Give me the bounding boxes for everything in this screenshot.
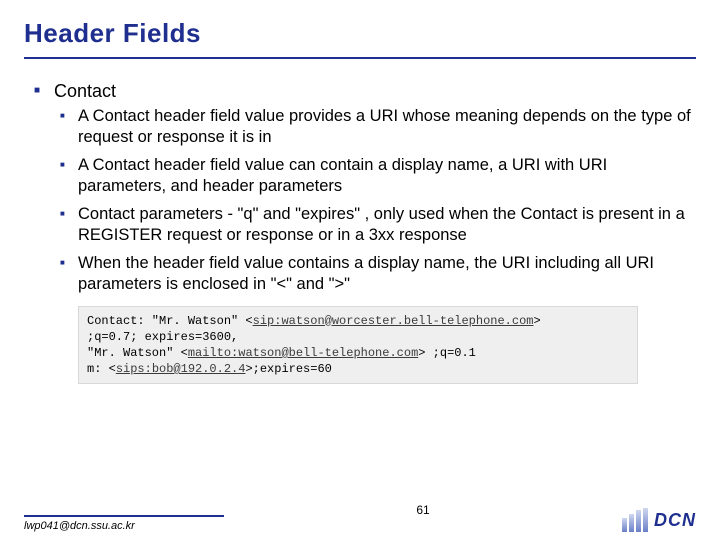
logo-bars-icon (622, 508, 648, 532)
footer-rule (24, 515, 224, 517)
code-text: > ;q=0.1 (418, 346, 476, 360)
code-line: ;q=0.7; expires=3600, (87, 329, 629, 345)
list-item: A Contact header field value can contain… (54, 155, 696, 198)
code-example: Contact: "Mr. Watson" <sip:watson@worces… (78, 306, 638, 385)
bullet-list-level2: A Contact header field value provides a … (54, 106, 696, 296)
slide-title: Header Fields (24, 18, 696, 49)
code-uri: sips:bob@192.0.2.4 (116, 362, 246, 376)
list-item: Contact A Contact header field value pro… (24, 81, 696, 296)
footer-left: lwp041@dcn.ssu.ac.kr (24, 515, 224, 532)
code-text: m: < (87, 362, 116, 376)
code-line: "Mr. Watson" <mailto:watson@bell-telepho… (87, 345, 629, 361)
code-text: Contact: "Mr. Watson" < (87, 314, 253, 328)
bullet-text: A Contact header field value can contain… (78, 156, 607, 195)
code-line: Contact: "Mr. Watson" <sip:watson@worces… (87, 313, 629, 329)
code-text: > (534, 314, 541, 328)
title-underline (24, 57, 696, 59)
logo-text: DCN (654, 510, 696, 531)
slide: Header Fields Contact A Contact header f… (0, 0, 720, 540)
footer-email: lwp041@dcn.ssu.ac.kr (24, 520, 224, 532)
code-uri: sip:watson@worcester.bell-telephone.com (253, 314, 534, 328)
bullet-text: Contact (54, 81, 116, 101)
list-item: Contact parameters - "q" and "expires" ,… (54, 204, 696, 247)
logo: DCN (622, 508, 696, 532)
list-item: A Contact header field value provides a … (54, 106, 696, 149)
bullet-text: Contact parameters - "q" and "expires" ,… (78, 205, 685, 244)
page-number: 61 (416, 503, 429, 517)
code-text: "Mr. Watson" < (87, 346, 188, 360)
content-area: Contact A Contact header field value pro… (24, 81, 696, 488)
code-uri: mailto:watson@bell-telephone.com (188, 346, 418, 360)
code-text: ;q=0.7; expires=3600, (87, 330, 238, 344)
bullet-text: A Contact header field value provides a … (78, 107, 691, 146)
footer: lwp041@dcn.ssu.ac.kr 61 DCN (24, 488, 696, 532)
code-text: >;expires=60 (245, 362, 331, 376)
bullet-text: When the header field value contains a d… (78, 254, 654, 293)
list-item: When the header field value contains a d… (54, 253, 696, 296)
bullet-list-level1: Contact A Contact header field value pro… (24, 81, 696, 296)
code-line: m: <sips:bob@192.0.2.4>;expires=60 (87, 361, 629, 377)
